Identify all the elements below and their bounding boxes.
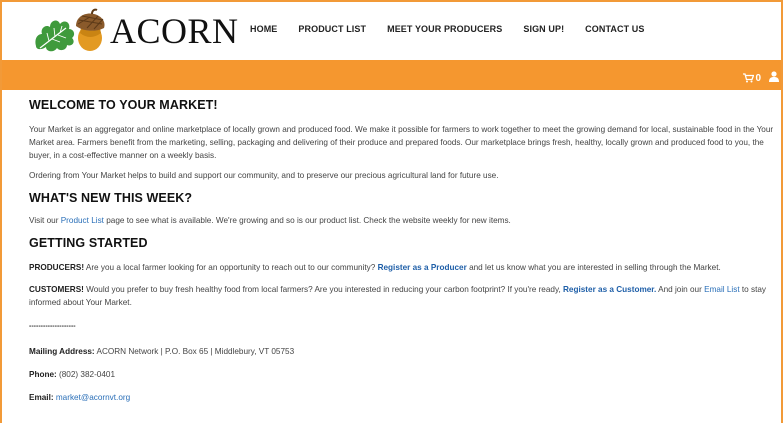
email-link[interactable]: market@acornvt.org [56,393,130,402]
email-label: Email: [29,393,54,402]
email-list-link[interactable]: Email List [704,285,740,294]
customers-label: CUSTOMERS! [29,285,84,294]
acorn-leaf-icon [35,8,105,52]
register-producer-label: Register as a Producer [377,263,467,272]
divider-line: -------------------- [29,319,774,333]
nav-sign-up[interactable]: SIGN UP! [523,24,564,34]
divider-text: -------------------- [29,323,76,330]
nav-meet-your-producers[interactable]: MEET YOUR PRODUCERS [387,24,502,34]
phone-value: (802) 382-0401 [56,370,116,379]
welcome-heading: WELCOME TO YOUR MARKET! [29,98,218,112]
site-header: ACORN HOME PRODUCT LIST MEET YOUR PRODUC… [2,2,781,59]
nav-contact-us[interactable]: CONTACT US [585,24,644,34]
whats-new-text: Visit our [29,216,61,225]
nav-home[interactable]: HOME [250,24,277,34]
customers-text: Would you prefer to buy fresh healthy fo… [83,285,564,294]
logo-text: ACORN [110,11,239,51]
main-nav: HOME PRODUCT LIST MEET YOUR PRODUCERS SI… [250,24,666,34]
customers-paragraph: CUSTOMERS! Would you prefer to buy fresh… [29,283,774,309]
toolbar-icons: 0 [743,69,779,87]
page-frame: ACORN HOME PRODUCT LIST MEET YOUR PRODUC… [0,0,783,423]
whats-new-heading: WHAT'S NEW THIS WEEK? [29,191,193,205]
mailing-value: ACORN Network | P.O. Box 65 | Middlebury… [94,347,295,356]
producers-text-end: and let us know what you are interested … [466,263,721,272]
mailing-label: Mailing Address: [29,347,95,356]
mailing-address: Mailing Address: ACORN Network | P.O. Bo… [29,345,774,358]
welcome-paragraph: Your Market is an aggregator and online … [29,125,774,160]
producers-paragraph: PRODUCERS! Are you a local farmer lookin… [29,261,774,274]
cart-count: 0 [755,72,761,84]
whats-new-text-end: page to see what is available. We're gro… [103,216,511,225]
acorn-logo[interactable]: ACORN [32,8,239,54]
ordering-paragraph: Ordering from Your Market helps to build… [29,171,499,180]
producers-text: Are you a local farmer looking for an op… [84,263,378,272]
register-producer-link[interactable]: Register as a Producer [378,263,467,272]
register-customer-label: Register as a Customer. [563,285,657,294]
user-icon[interactable] [769,69,779,87]
main-content: WELCOME TO YOUR MARKET! Your Market is a… [29,98,774,404]
phone-line: Phone: (802) 382-0401 [29,368,774,381]
getting-started-heading: GETTING STARTED [29,236,148,250]
producers-label: PRODUCERS! [29,263,85,272]
nav-product-list[interactable]: PRODUCT LIST [298,24,366,34]
product-list-link[interactable]: Product List [61,216,104,225]
orange-toolbar: 0 [2,60,781,90]
register-customer-link[interactable]: Register as a Customer. [563,285,656,294]
cart-icon[interactable]: 0 [743,73,761,84]
customers-text-mid: And join our [656,285,705,294]
email-line: Email: market@acornvt.org [29,391,774,404]
phone-label: Phone: [29,370,57,379]
whats-new-paragraph: Visit our Product List page to see what … [29,214,774,227]
